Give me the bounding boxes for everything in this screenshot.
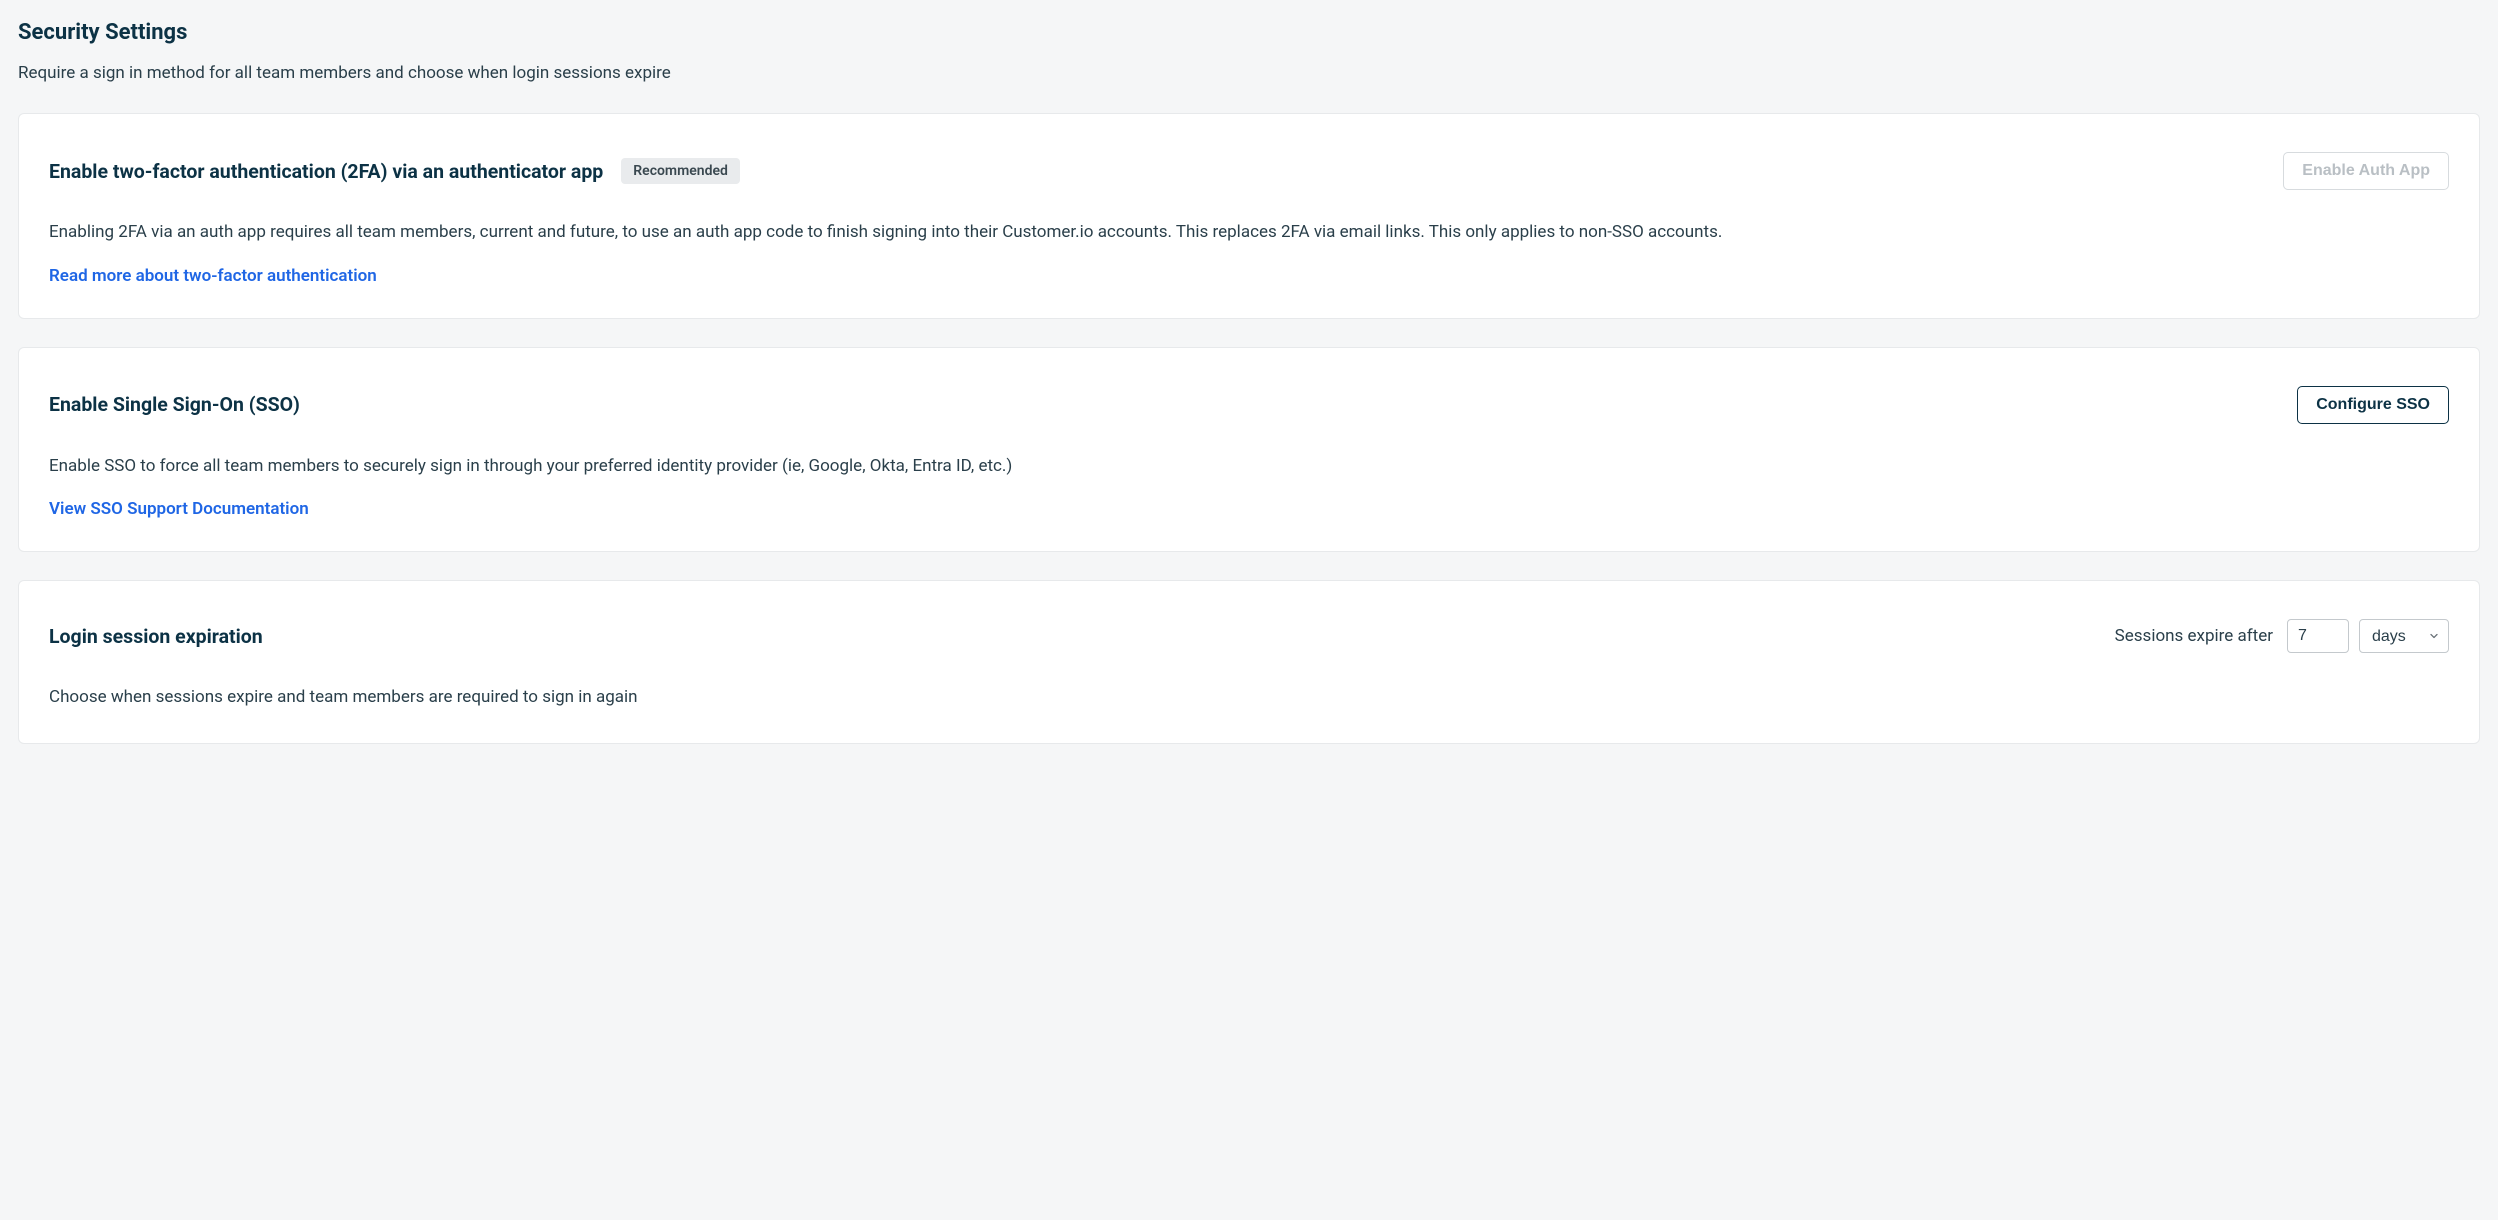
configure-sso-button[interactable]: Configure SSO: [2297, 386, 2449, 424]
sso-description: Enable SSO to force all team members to …: [49, 454, 2449, 480]
session-card: Login session expiration Sessions expire…: [18, 580, 2480, 744]
sso-header: Enable Single Sign-On (SSO) Configure SS…: [49, 386, 2449, 424]
sso-title: Enable Single Sign-On (SSO): [49, 393, 300, 416]
twofa-description: Enabling 2FA via an auth app requires al…: [49, 220, 2449, 246]
sso-card: Enable Single Sign-On (SSO) Configure SS…: [18, 347, 2480, 553]
twofa-title: Enable two-factor authentication (2FA) v…: [49, 160, 603, 183]
twofa-header-left: Enable two-factor authentication (2FA) v…: [49, 158, 740, 184]
session-unit-select[interactable]: days: [2359, 619, 2449, 653]
session-title: Login session expiration: [49, 625, 263, 648]
twofa-card: Enable two-factor authentication (2FA) v…: [18, 113, 2480, 319]
page-subtitle: Require a sign in method for all team me…: [18, 63, 2480, 83]
session-description: Choose when sessions expire and team mem…: [49, 685, 2449, 711]
twofa-header: Enable two-factor authentication (2FA) v…: [49, 152, 2449, 190]
session-header-left: Login session expiration: [49, 625, 263, 648]
session-duration-input[interactable]: [2287, 619, 2349, 653]
session-controls: Sessions expire after days: [2115, 619, 2449, 653]
sso-docs-link[interactable]: View SSO Support Documentation: [49, 499, 309, 519]
page-title: Security Settings: [18, 20, 2480, 45]
session-expire-label: Sessions expire after: [2115, 626, 2273, 646]
session-header: Login session expiration Sessions expire…: [49, 619, 2449, 653]
recommended-badge: Recommended: [621, 158, 740, 184]
twofa-docs-link[interactable]: Read more about two-factor authenticatio…: [49, 266, 377, 286]
enable-auth-app-button[interactable]: Enable Auth App: [2283, 152, 2449, 190]
sso-header-left: Enable Single Sign-On (SSO): [49, 393, 300, 416]
session-unit-select-wrap: days: [2359, 619, 2449, 653]
